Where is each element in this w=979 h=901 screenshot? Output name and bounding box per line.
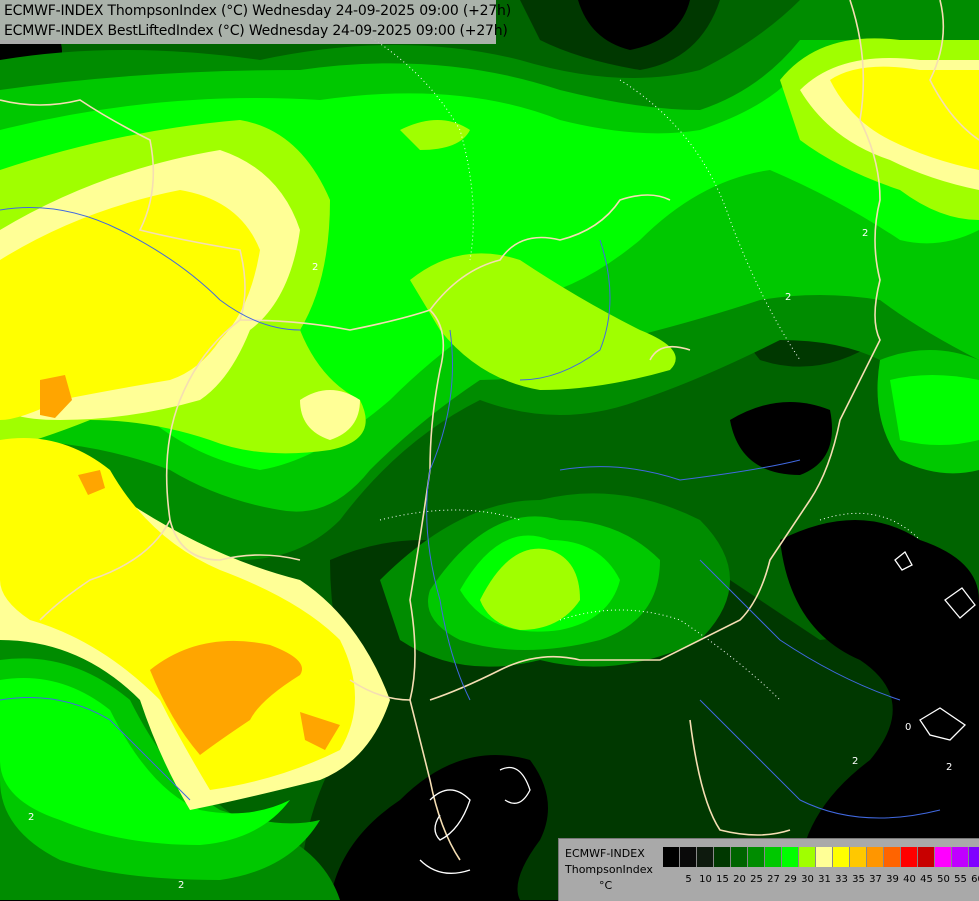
title-best-lifted-index: ECMWF-INDEX BestLiftedIndex (°C) Wednesd…	[4, 23, 508, 39]
legend-tick-label: 31	[816, 874, 833, 885]
legend-tick-label: 25	[748, 874, 765, 885]
legend-swatch	[680, 847, 697, 867]
legend-tick-label: 15	[714, 874, 731, 885]
legend-tick-label: 33	[833, 874, 850, 885]
contour-label: 2	[862, 228, 868, 239]
contour-label: 2	[852, 756, 858, 767]
legend-tick-label: 29	[782, 874, 799, 885]
legend-tick-label: 55	[952, 874, 969, 885]
legend-swatch	[799, 847, 816, 867]
legend-swatch	[850, 847, 867, 867]
legend-swatch	[901, 847, 918, 867]
legend-ticks: 51015202527293031333537394045505560	[680, 874, 979, 885]
legend-tick-label: 40	[901, 874, 918, 885]
contour-label: 2	[178, 880, 184, 891]
contour-label: 2	[312, 262, 318, 273]
legend-tick-label: 60	[969, 874, 979, 885]
legend-swatch	[748, 847, 765, 867]
legend-tick-label: 50	[935, 874, 952, 885]
legend-tick-label: 39	[884, 874, 901, 885]
legend-swatch	[952, 847, 969, 867]
legend-tick-label: 10	[697, 874, 714, 885]
legend-tick-label: 37	[867, 874, 884, 885]
legend-tick-label: 30	[799, 874, 816, 885]
contour-label: 2	[785, 292, 791, 303]
legend-tick-label: 27	[765, 874, 782, 885]
legend-swatch	[765, 847, 782, 867]
legend-unit: °C	[599, 879, 612, 892]
weather-map: 2 2 2 2 2 2 2 0	[0, 0, 979, 900]
legend-swatches	[663, 847, 979, 867]
contour-label: 2	[946, 762, 952, 773]
legend-swatch	[833, 847, 850, 867]
contour-label: 2	[28, 812, 34, 823]
legend-parameter: ThompsonIndex	[565, 863, 653, 876]
legend-swatch	[714, 847, 731, 867]
lime-region-east	[890, 375, 979, 445]
legend-swatch	[782, 847, 799, 867]
legend-model: ECMWF-INDEX	[565, 847, 645, 860]
legend-swatch	[935, 847, 952, 867]
legend-swatch	[884, 847, 901, 867]
map-title-box: ECMWF-INDEX ThompsonIndex (°C) Wednesday…	[0, 0, 496, 44]
legend-swatch	[697, 847, 714, 867]
legend-swatch	[816, 847, 833, 867]
legend-tick-label: 45	[918, 874, 935, 885]
legend-swatch	[663, 847, 680, 867]
color-legend: ECMWF-INDEX ThompsonIndex °C 51015202527…	[558, 838, 979, 901]
contour-label: 0	[905, 722, 911, 733]
legend-tick-label: 20	[731, 874, 748, 885]
legend-tick-label: 35	[850, 874, 867, 885]
legend-swatch	[731, 847, 748, 867]
legend-swatch	[918, 847, 935, 867]
legend-swatch	[969, 847, 979, 867]
title-thompson-index: ECMWF-INDEX ThompsonIndex (°C) Wednesday…	[4, 3, 511, 19]
legend-tick-label: 5	[680, 874, 697, 885]
legend-swatch	[867, 847, 884, 867]
